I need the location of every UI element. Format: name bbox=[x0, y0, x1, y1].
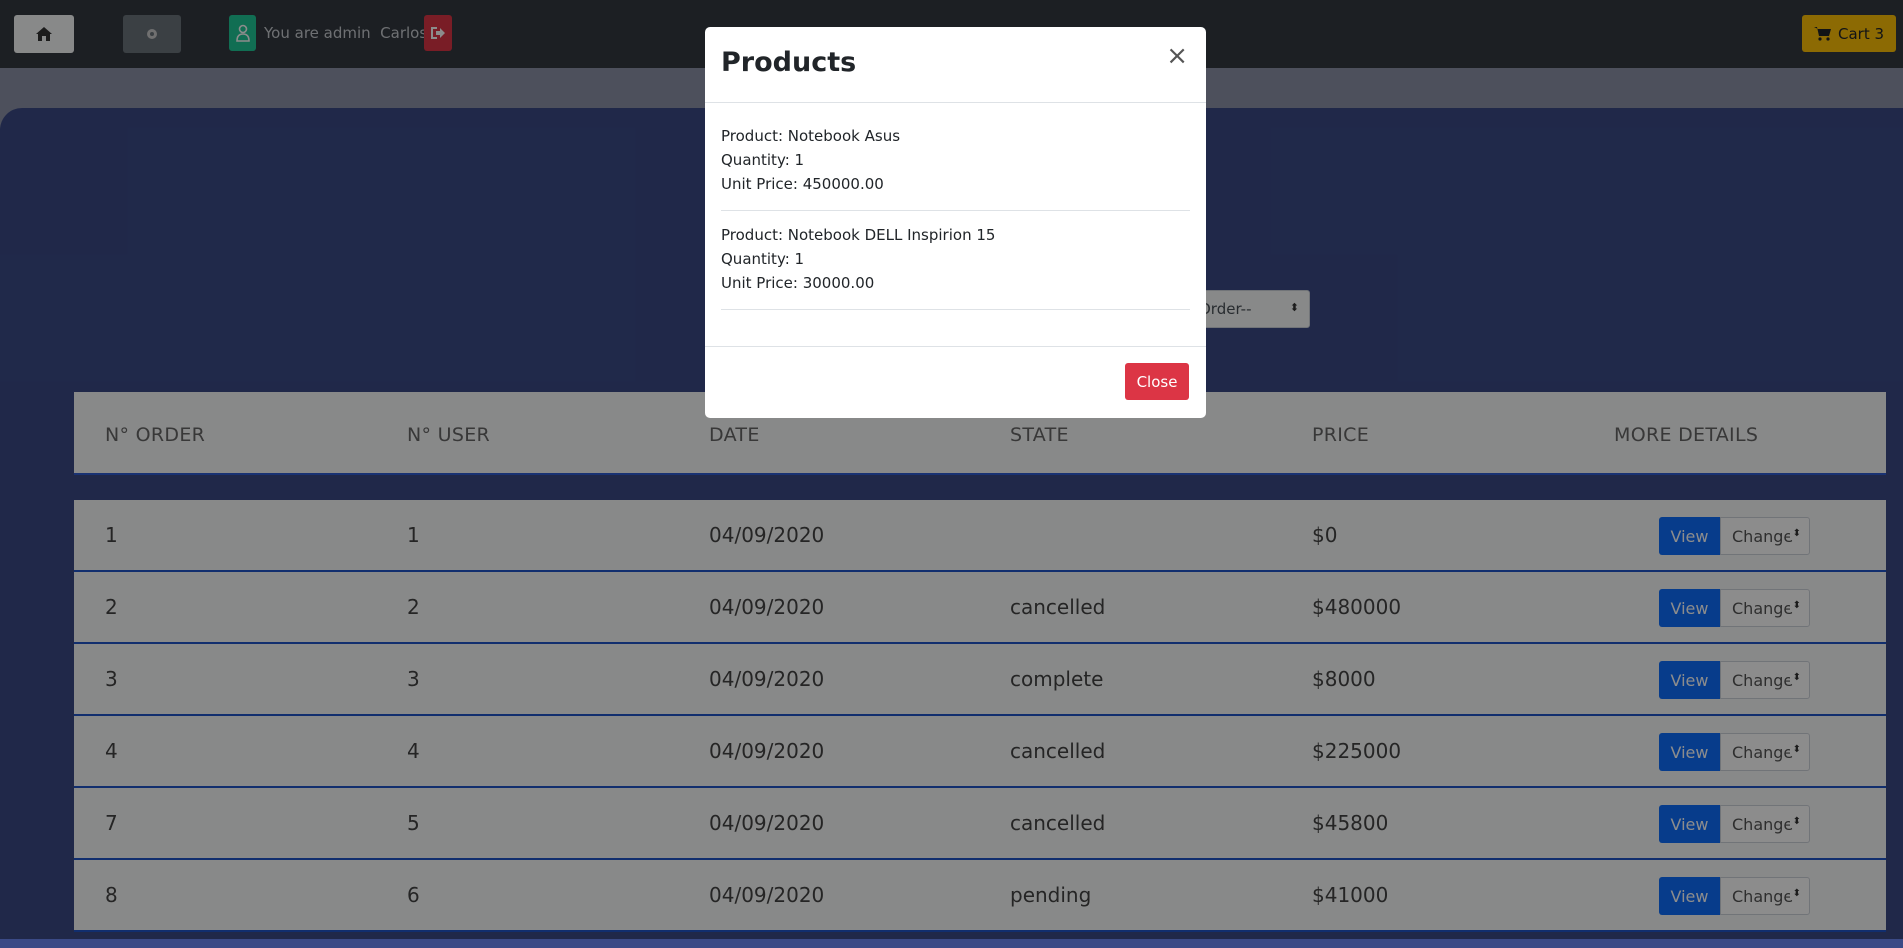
product-quantity: Quantity: 1 bbox=[721, 151, 805, 169]
close-button[interactable]: Close bbox=[1125, 363, 1189, 400]
list-item: Product: Notebook DELL Inspirion 15 Quan… bbox=[721, 211, 1190, 310]
modal-header: Products × bbox=[705, 27, 1206, 103]
product-unit-price: Unit Price: 450000.00 bbox=[721, 175, 884, 193]
product-unit-price: Unit Price: 30000.00 bbox=[721, 274, 875, 292]
product-name: Product: Notebook Asus bbox=[721, 127, 901, 145]
modal-title: Products bbox=[721, 47, 857, 78]
products-modal: Products × Product: Notebook Asus Quanti… bbox=[705, 27, 1206, 418]
product-name: Product: Notebook DELL Inspirion 15 bbox=[721, 226, 996, 244]
list-item: Product: Notebook Asus Quantity: 1 Unit … bbox=[721, 112, 1190, 211]
modal-footer: Close bbox=[705, 346, 1206, 419]
modal-body: Product: Notebook Asus Quantity: 1 Unit … bbox=[721, 112, 1190, 310]
product-quantity: Quantity: 1 bbox=[721, 250, 805, 268]
close-icon[interactable]: × bbox=[1166, 41, 1188, 71]
